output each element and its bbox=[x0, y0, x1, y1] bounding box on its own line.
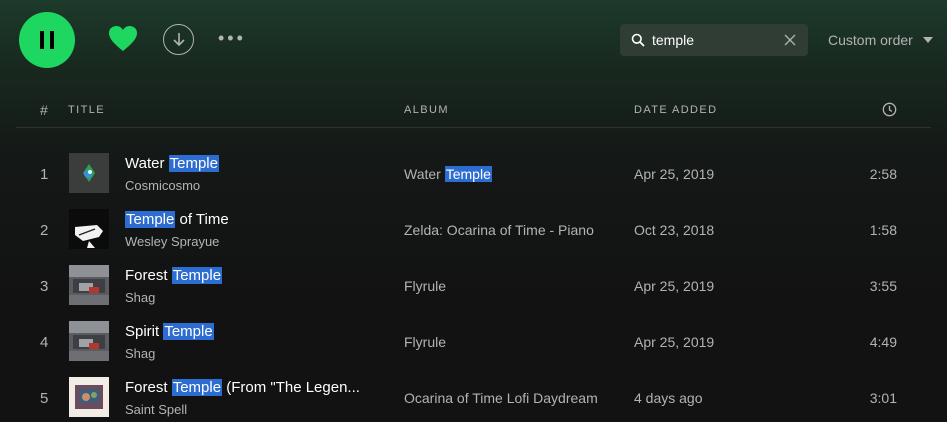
track-row[interactable]: 1 Water Temple Cosmicosmo Water Temple A… bbox=[16, 146, 931, 202]
clock-icon[interactable] bbox=[882, 102, 897, 120]
track-date-added: Apr 25, 2019 bbox=[634, 278, 715, 294]
action-bar: ••• temple Custom order bbox=[0, 0, 947, 90]
search-input[interactable]: temple bbox=[652, 32, 694, 48]
download-arrow-icon bbox=[172, 32, 185, 46]
track-duration: 2:58 bbox=[869, 166, 897, 182]
track-number: 1 bbox=[40, 166, 49, 183]
search-match-highlight: Temple bbox=[444, 166, 492, 182]
track-artist[interactable]: Shag bbox=[125, 346, 155, 361]
track-album[interactable]: Flyrule bbox=[404, 278, 446, 294]
track-date-added: Oct 23, 2018 bbox=[634, 222, 715, 238]
track-duration: 3:55 bbox=[869, 278, 897, 294]
sort-order-label: Custom order bbox=[828, 32, 913, 48]
heart-icon bbox=[109, 26, 137, 51]
track-artist[interactable]: Saint Spell bbox=[125, 402, 187, 417]
track-title[interactable]: Temple of Time bbox=[125, 211, 229, 228]
track-title[interactable]: Water Temple bbox=[125, 155, 219, 172]
track-number: 4 bbox=[40, 334, 49, 351]
search-match-highlight: Temple bbox=[125, 211, 176, 228]
column-album[interactable]: ALBUM bbox=[404, 104, 449, 116]
sort-order-dropdown[interactable]: Custom order bbox=[828, 32, 933, 48]
column-title[interactable]: TITLE bbox=[68, 104, 105, 116]
caret-down-icon bbox=[922, 37, 933, 43]
track-date-added: 4 days ago bbox=[634, 390, 703, 406]
track-number: 2 bbox=[40, 222, 49, 239]
track-date-added: Apr 25, 2019 bbox=[634, 166, 715, 182]
tracklist-header: # TITLE ALBUM DATE ADDED bbox=[16, 92, 931, 128]
track-number: 3 bbox=[40, 278, 49, 295]
album-cover bbox=[69, 265, 109, 305]
track-artist[interactable]: Cosmicosmo bbox=[125, 178, 200, 193]
track-date-added: Apr 25, 2019 bbox=[634, 334, 715, 350]
search-match-highlight: Temple bbox=[168, 155, 219, 172]
track-artist[interactable]: Shag bbox=[125, 290, 155, 305]
track-title[interactable]: Forest Temple (From "The Legen... bbox=[125, 379, 360, 396]
album-cover bbox=[69, 209, 109, 249]
track-number: 5 bbox=[40, 390, 49, 407]
track-duration: 3:01 bbox=[869, 390, 897, 406]
track-row[interactable]: 3 Forest Temple Shag Flyrule Apr 25, 201… bbox=[16, 258, 931, 314]
track-duration: 4:49 bbox=[869, 334, 897, 350]
search-match-highlight: Temple bbox=[171, 379, 223, 396]
track-artist[interactable]: Wesley Sprayue bbox=[125, 234, 219, 249]
track-album[interactable]: Flyrule bbox=[404, 334, 446, 350]
like-button[interactable] bbox=[108, 25, 138, 53]
pause-icon bbox=[40, 31, 54, 49]
track-row[interactable]: 2 Temple of Time Wesley Sprayue Zelda: O… bbox=[16, 202, 931, 258]
album-cover bbox=[69, 153, 109, 193]
track-album[interactable]: Zelda: Ocarina of Time - Piano bbox=[404, 222, 594, 238]
column-date-added[interactable]: DATE ADDED bbox=[634, 104, 717, 116]
column-number: # bbox=[40, 102, 48, 118]
track-title[interactable]: Spirit Temple bbox=[125, 323, 214, 340]
track-duration: 1:58 bbox=[869, 222, 897, 238]
album-cover bbox=[69, 377, 109, 417]
search-match-highlight: Temple bbox=[171, 267, 223, 284]
search-field[interactable]: temple bbox=[620, 24, 808, 56]
track-album[interactable]: Ocarina of Time Lofi Daydream bbox=[404, 390, 598, 406]
track-row[interactable]: 5 Forest Temple (From "The Legen... Sain… bbox=[16, 370, 931, 422]
track-title[interactable]: Forest Temple bbox=[125, 267, 223, 284]
pause-button[interactable] bbox=[19, 12, 75, 68]
track-album[interactable]: Water Temple bbox=[404, 166, 492, 182]
download-button[interactable] bbox=[163, 24, 194, 55]
clear-search-icon[interactable] bbox=[782, 32, 798, 48]
track-row[interactable]: 4 Spirit Temple Shag Flyrule Apr 25, 201… bbox=[16, 314, 931, 370]
search-match-highlight: Temple bbox=[163, 323, 214, 340]
more-options-button[interactable]: ••• bbox=[218, 28, 252, 48]
album-cover bbox=[69, 321, 109, 361]
search-icon bbox=[631, 33, 645, 47]
